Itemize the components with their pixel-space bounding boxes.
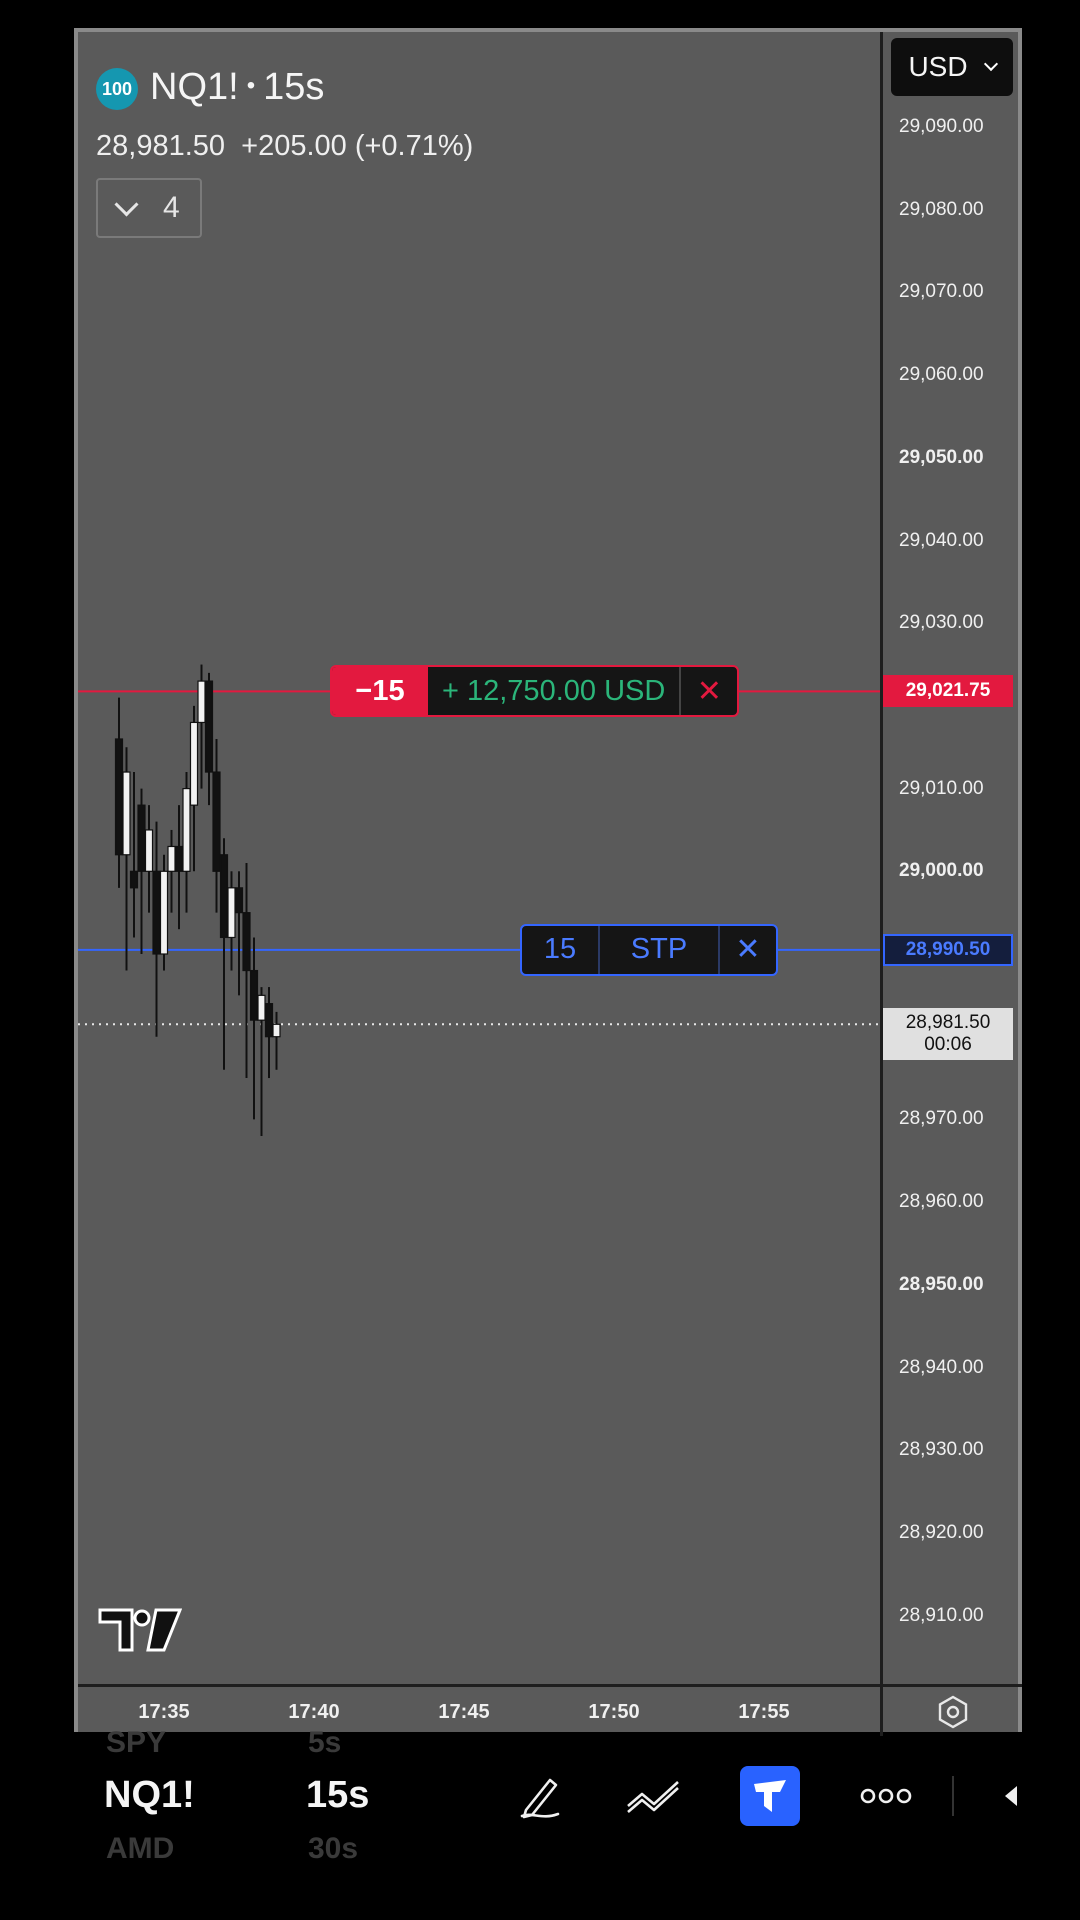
candle-up	[197, 680, 206, 724]
position-pnl: + 12,750.00 USD	[442, 674, 666, 707]
candle-down	[249, 969, 259, 1021]
settings-hexagon-icon	[938, 1695, 967, 1728]
last-price: 28,981.50	[96, 130, 226, 162]
bar-countdown: 00:06	[924, 1034, 972, 1056]
candle-down	[242, 912, 251, 972]
position-widget[interactable]: −15 + 12,750.00 USD ✕	[330, 665, 740, 718]
position-price-tag: 29,021.75	[883, 675, 1013, 708]
price-change: +205.00 (+0.71%)	[241, 130, 474, 162]
price-tick-label: 28,940.00	[899, 1356, 984, 1378]
price-tick-label: 29,000.00	[899, 860, 984, 882]
chart-settings-button[interactable]	[880, 1684, 1022, 1736]
more-icon	[860, 1788, 912, 1804]
candle-down	[174, 845, 184, 872]
symbol-prev[interactable]: SPY	[106, 1726, 166, 1760]
price-tick-label: 28,910.00	[899, 1604, 984, 1626]
currency-label: USD	[908, 51, 968, 82]
candle-down	[129, 870, 139, 889]
price-tick-label: 29,010.00	[899, 777, 984, 799]
candle-down	[212, 771, 221, 872]
symbol-name: NQ1!	[150, 66, 239, 108]
chart-plot-area[interactable]: 100 NQ1! • 15s 28,981.50 +205.00 (+0.71%) …	[78, 32, 880, 1684]
price-tick-label: 29,040.00	[899, 529, 984, 551]
currency-dropdown[interactable]: USD	[891, 38, 1013, 96]
bottom-toolbar: SPY NQ1! AMD 5s 15s 30s	[0, 1726, 1080, 1920]
candle-down	[264, 1003, 274, 1038]
time-tick-label: 17:35	[138, 1701, 190, 1723]
pen-button[interactable]	[510, 1766, 570, 1826]
cancel-order-button[interactable]: ✕	[720, 926, 776, 974]
price-tick-label: 28,930.00	[899, 1439, 984, 1461]
price-tick-label: 28,950.00	[899, 1273, 984, 1295]
stop-order-price-tag: 28,990.50	[883, 933, 1013, 966]
candle-up	[167, 845, 176, 872]
price-tick-label: 28,960.00	[899, 1191, 984, 1213]
interval-current[interactable]: 15s	[306, 1774, 369, 1817]
candlestick-chart[interactable]	[78, 32, 880, 1684]
price-axis[interactable]: USD 29,090.00 29,080.00 29,070.00 29,060.00…	[880, 32, 1025, 1732]
collapsed-count: 4	[163, 191, 180, 224]
symbol-title[interactable]: NQ1! • 15s	[150, 66, 324, 109]
chart-frame[interactable]: 100 NQ1! • 15s 28,981.50 +205.00 (+0.71%) …	[74, 28, 1025, 1736]
title-separator-dot: •	[246, 72, 256, 99]
candle-down	[204, 680, 214, 773]
stop-order-qty[interactable]: 15	[522, 925, 600, 974]
chevron-down-icon	[983, 56, 998, 72]
chevron-down-icon	[114, 191, 139, 217]
price-tick-label: 29,090.00	[899, 116, 984, 137]
indicators-collapse-button[interactable]: 4	[96, 178, 202, 238]
interval-label: 15s	[263, 66, 325, 108]
interval-prev[interactable]: 5s	[308, 1726, 341, 1760]
close-position-button[interactable]: ✕	[679, 667, 737, 716]
time-axis[interactable]: 17:35 17:40 17:45 17:50 17:55	[78, 1684, 880, 1739]
interval-next[interactable]: 30s	[308, 1832, 358, 1866]
trading-panel-button[interactable]	[740, 1766, 800, 1826]
candle-down	[137, 804, 146, 872]
notification-badge[interactable]: 100	[96, 68, 138, 110]
trend-lines-button[interactable]	[624, 1766, 684, 1826]
time-tick-label: 17:55	[738, 1701, 790, 1723]
collapse-toolbar-button[interactable]	[986, 1766, 1036, 1826]
stop-order-type[interactable]: STP	[600, 925, 720, 974]
candle-down	[114, 738, 124, 856]
price-tick-label: 29,080.00	[899, 198, 984, 220]
price-tick-label: 29,060.00	[899, 364, 984, 386]
candle-up	[257, 994, 266, 1021]
candle-down	[219, 854, 229, 939]
price-tick-label: 29,030.00	[899, 612, 984, 634]
candle-up	[227, 887, 236, 939]
candle-up	[122, 771, 131, 856]
symbol-next[interactable]: AMD	[106, 1832, 174, 1866]
time-tick-label: 17:40	[288, 1701, 340, 1723]
price-tick-label: 28,970.00	[899, 1108, 984, 1130]
trend-lines-icon	[627, 1781, 679, 1813]
candle-down	[234, 887, 244, 914]
candle-up	[144, 829, 154, 872]
price-tick-label: 29,050.00	[899, 446, 984, 468]
price-tick-label: 28,920.00	[899, 1521, 984, 1543]
candle-down	[152, 870, 161, 955]
candle-up	[159, 870, 169, 955]
last-price-tag: 28,981.50 00:06	[883, 1008, 1013, 1061]
price-tick-label: 29,070.00	[899, 281, 984, 303]
position-qty[interactable]: −15	[332, 667, 428, 716]
pen-icon	[520, 1778, 560, 1819]
last-price-tag-value: 28,981.50	[905, 1012, 991, 1034]
more-button[interactable]	[856, 1766, 916, 1826]
tradingview-logo	[98, 1608, 182, 1652]
candle-up	[182, 787, 191, 872]
price-quote: 28,981.50 +205.00 (+0.71%)	[96, 130, 473, 163]
collapse-arrow-icon	[1005, 1786, 1017, 1806]
time-tick-label: 17:45	[438, 1701, 490, 1723]
symbol-current[interactable]: NQ1!	[104, 1774, 195, 1817]
toolbar-divider	[952, 1776, 954, 1816]
time-tick-label: 17:50	[588, 1701, 640, 1723]
stop-order-widget[interactable]: 15 STP ✕	[520, 923, 778, 976]
candle-up	[189, 721, 199, 806]
candle-up	[272, 1023, 281, 1038]
trading-panel-icon	[754, 1780, 786, 1812]
